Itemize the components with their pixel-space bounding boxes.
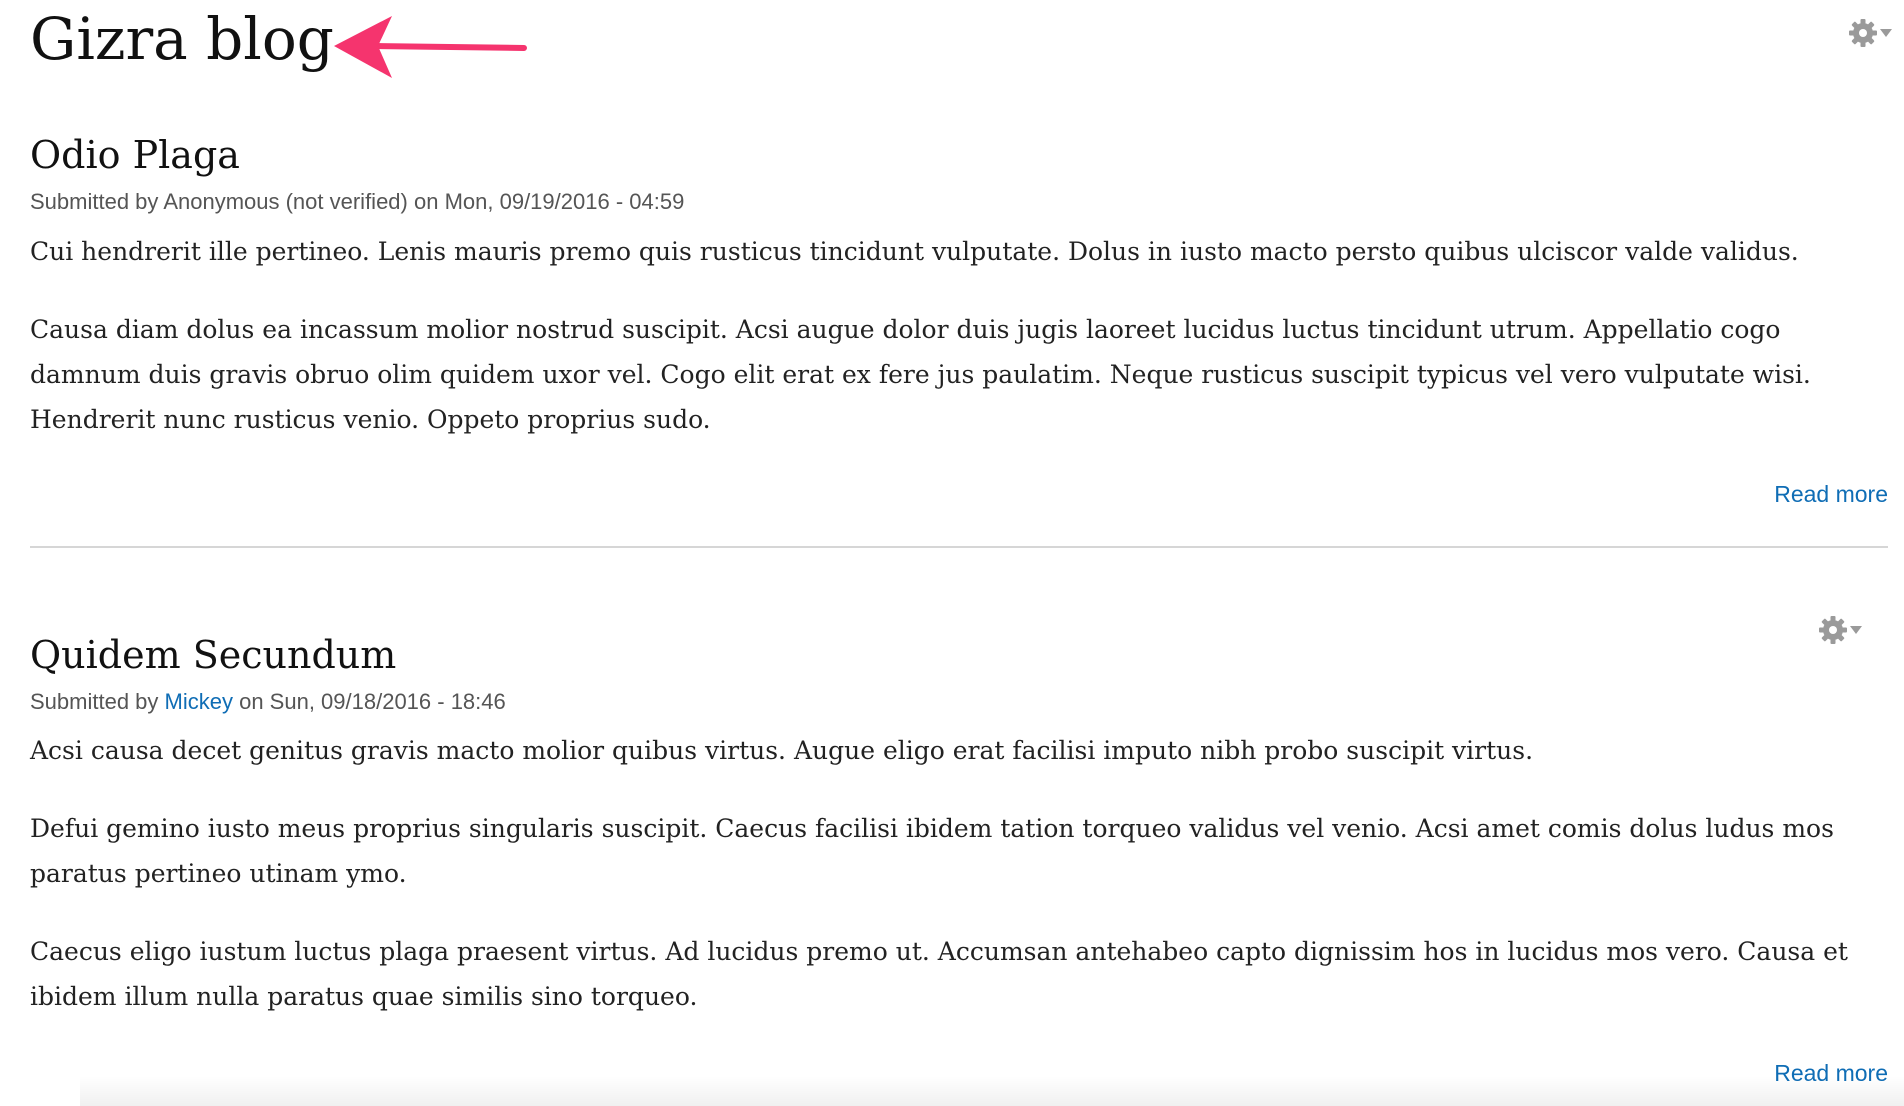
post-submitted-meta: Submitted by Anonymous (not verified) on… bbox=[30, 186, 1882, 218]
post-body: Acsi causa decet genitus gravis macto mo… bbox=[30, 728, 1882, 1019]
post-date: Sun, 09/18/2016 - 18:46 bbox=[269, 689, 506, 714]
post-paragraph: Acsi causa decet genitus gravis macto mo… bbox=[30, 736, 1534, 765]
caret-down-icon bbox=[1880, 29, 1892, 37]
post-title: Odio Plaga bbox=[30, 127, 1882, 183]
read-more-link[interactable]: Read more bbox=[1774, 479, 1888, 509]
page-contextual-links-button[interactable] bbox=[1848, 18, 1892, 48]
post-paragraph: Causa diam dolus ea incassum molior nost… bbox=[30, 315, 1811, 434]
page-title: Gizra blog bbox=[30, 5, 334, 73]
post-title-link[interactable]: Quidem Secundum bbox=[30, 633, 396, 677]
post-title: Quidem Secundum bbox=[30, 627, 1882, 683]
post-author: Anonymous (not verified) bbox=[163, 189, 408, 214]
submitted-mid: on bbox=[232, 689, 270, 714]
submitted-mid: on bbox=[407, 189, 445, 214]
submitted-prefix: Submitted by bbox=[30, 689, 165, 714]
arrow-left-icon bbox=[334, 16, 527, 78]
blog-post: Odio Plaga Submitted by Anonymous (not v… bbox=[30, 127, 1882, 442]
post-author-link[interactable]: Mickey bbox=[165, 689, 233, 714]
post-submitted-meta: Submitted by Mickey on Sun, 09/18/2016 -… bbox=[30, 686, 1882, 718]
post-title-link[interactable]: Odio Plaga bbox=[30, 133, 240, 177]
post-date: Mon, 09/19/2016 - 04:59 bbox=[444, 189, 685, 214]
blog-post: Quidem Secundum Submitted by Mickey on S… bbox=[30, 627, 1882, 1019]
gear-icon bbox=[1849, 19, 1877, 47]
annotation-arrow-shaft bbox=[373, 43, 527, 51]
post-paragraph: Cui hendrerit ille pertineo. Lenis mauri… bbox=[30, 237, 1799, 266]
post-body: Cui hendrerit ille pertineo. Lenis mauri… bbox=[30, 229, 1882, 442]
post-paragraph: Caecus eligo iustum luctus plaga praesen… bbox=[30, 937, 1848, 1011]
bottom-fade-shadow bbox=[80, 1076, 1904, 1106]
submitted-prefix: Submitted by bbox=[30, 189, 164, 214]
post-paragraph: Defui gemino iusto meus proprius singula… bbox=[30, 814, 1834, 888]
post-divider bbox=[30, 546, 1888, 548]
